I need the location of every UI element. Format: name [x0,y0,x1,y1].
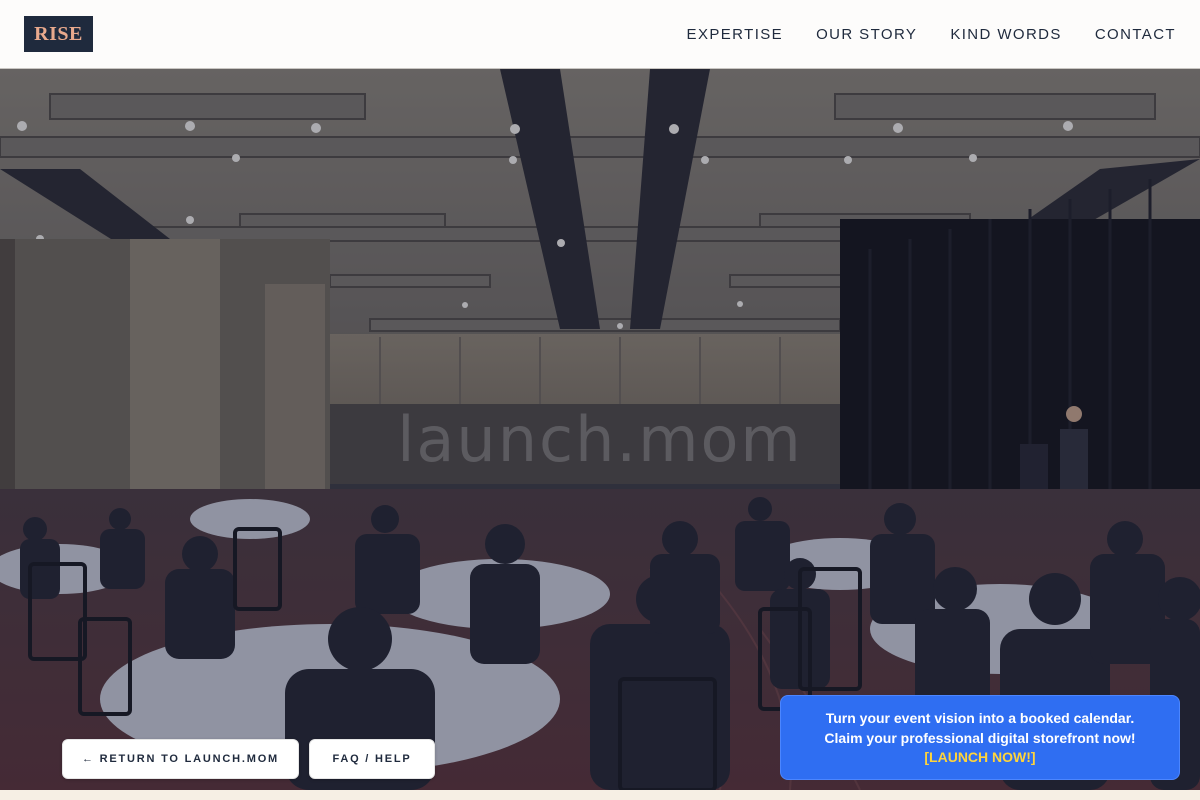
logo-text: RISE [34,22,83,45]
nav-expertise[interactable]: EXPERTISE [687,26,784,43]
hero-section: launch.mom [0,69,1200,790]
main-nav: EXPERTISE OUR STORY KIND WORDS CONTACT [654,26,1176,43]
nav-contact[interactable]: CONTACT [1095,26,1176,43]
promo-line-2: Claim your professional digital storefro… [824,729,1136,746]
hero-watermark: launch.mom [397,403,803,476]
faq-help-button[interactable]: FAQ / HELP [309,739,435,779]
nav-our-story[interactable]: OUR STORY [816,26,917,43]
bottom-strip [0,790,1200,800]
return-to-launch-button[interactable]: ← RETURN TO LAUNCH.MOM [62,739,299,779]
site-header: RISE EXPERTISE OUR STORY KIND WORDS CONT… [0,0,1200,69]
promo-line-1: Turn your event vision into a booked cal… [825,710,1135,726]
promo-banner: Turn your event vision into a booked cal… [780,695,1180,780]
logo[interactable]: RISE [24,16,93,52]
launch-now-link[interactable]: [LAUNCH NOW!] [781,748,1179,768]
nav-kind-words[interactable]: KIND WORDS [950,26,1062,43]
